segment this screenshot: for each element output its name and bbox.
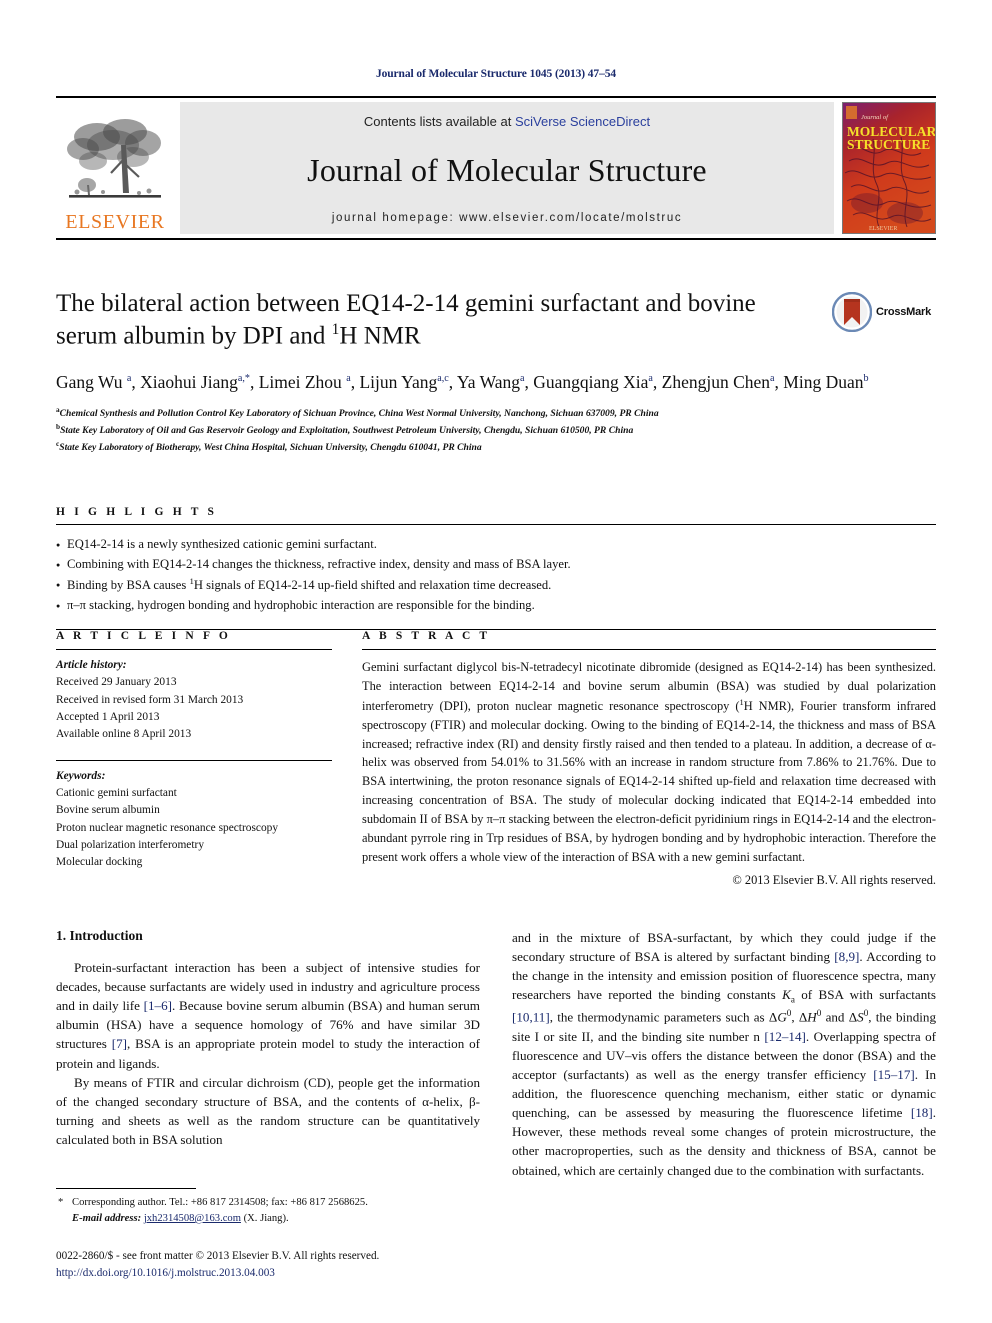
title-line-2-post: H NMR	[339, 322, 421, 350]
history-line: Accepted 1 April 2013	[56, 710, 160, 723]
elsevier-logo: ELSEVIER	[56, 102, 174, 234]
svg-text:ELSEVIER: ELSEVIER	[869, 226, 897, 232]
highlights-heading: H I G H L I G H T S	[56, 506, 218, 518]
crossmark-badge[interactable]: CrossMark	[832, 290, 936, 334]
body-column-right: and in the mixture of BSA-surfactant, by…	[512, 928, 936, 1180]
abstract-copyright: © 2013 Elsevier B.V. All rights reserved…	[732, 873, 936, 888]
affiliation-text-c: State Key Laboratory of Biotherapy, West…	[59, 441, 482, 453]
cover-artwork: Journal of MOLECULAR STRUCTURE ELSEVIER	[843, 103, 935, 233]
highlight-item: Combining with EQ14-2-14 changes the thi…	[56, 555, 936, 575]
article-history-block: Article history: Received 29 January 201…	[56, 657, 332, 744]
imprint-block: 0022-2860/$ - see front matter © 2013 El…	[56, 1248, 576, 1282]
crossmark-label: CrossMark	[876, 306, 932, 318]
journal-title: Journal of Molecular Structure	[307, 152, 707, 188]
body-columns: 1. Introduction Protein-surfactant inter…	[56, 928, 936, 1180]
contents-prefix: Contents lists available at	[363, 114, 515, 129]
page-title: The bilateral action between EQ14-2-14 g…	[56, 288, 826, 352]
elsevier-tree-icon	[67, 119, 161, 198]
highlights-list: EQ14-2-14 is a newly synthesized cationi…	[56, 525, 936, 616]
svg-text:Journal of: Journal of	[861, 114, 889, 121]
history-line: Available online 8 April 2013	[56, 728, 192, 741]
email-link[interactable]: jxh2314508@163.com	[144, 1213, 241, 1224]
email-address-label: E-mail address:	[72, 1212, 142, 1224]
article-info-heading: A R T I C L E I N F O	[56, 630, 231, 642]
footnote-corresponding-line: * Corresponding author. Tel.: +86 817 23…	[56, 1195, 480, 1211]
keyword-item: Molecular docking	[56, 856, 143, 869]
paper-page: Journal of Molecular Structure 1045 (201…	[0, 0, 992, 1323]
svg-text:STRUCTURE: STRUCTURE	[847, 137, 930, 152]
author-list: Gang Wu a, Xiaohui Jianga,*, Limei Zhou …	[56, 372, 869, 393]
title-line-2-pre: serum albumin by DPI and	[56, 322, 332, 350]
journal-masthead: ELSEVIER Contents lists available at Sci…	[56, 96, 936, 240]
corresponding-author-footnote: * Corresponding author. Tel.: +86 817 23…	[56, 1188, 480, 1227]
sciencedirect-link[interactable]: SciVerse ScienceDirect	[515, 114, 650, 129]
affiliation-b: bState Key Laboratory of Oil and Gas Res…	[56, 422, 936, 439]
issn-front-matter-line: 0022-2860/$ - see front matter © 2013 El…	[56, 1250, 380, 1262]
body-paragraph: Protein-surfactant interaction has been …	[56, 960, 480, 1071]
article-info-rule	[56, 649, 332, 650]
body-paragraph: and in the mixture of BSA-surfactant, by…	[512, 930, 937, 1178]
highlight-item: EQ14-2-14 is a newly synthesized cationi…	[56, 535, 936, 555]
footnote-corresponding-text: Corresponding author. Tel.: +86 817 2314…	[72, 1197, 368, 1208]
keywords-label: Keywords:	[56, 769, 106, 782]
keywords-block: Keywords: Cationic gemini surfactant Bov…	[56, 759, 332, 872]
masthead-top-rule	[56, 96, 936, 98]
abstract-column: A B S T R A C T Gemini surfactant diglyc…	[362, 630, 936, 888]
masthead-center-panel: Contents lists available at SciVerse Sci…	[180, 102, 834, 234]
highlight-item: π–π stacking, hydrogen bonding and hydro…	[56, 596, 936, 616]
doi-link[interactable]: http://dx.doi.org/10.1016/j.molstruc.201…	[56, 1265, 576, 1282]
masthead-bottom-rule	[56, 238, 936, 240]
keyword-item: Proton nuclear magnetic resonance spectr…	[56, 821, 279, 834]
affiliation-text-a: Chemical Synthesis and Pollution Control…	[59, 408, 659, 420]
title-block: The bilateral action between EQ14-2-14 g…	[56, 288, 936, 455]
article-info-column: A R T I C L E I N F O Article history: R…	[56, 630, 332, 888]
abstract-rule	[362, 649, 936, 650]
keywords-rule	[56, 759, 332, 761]
contents-available-line: Contents lists available at SciVerse Sci…	[364, 114, 650, 129]
highlight-item: Binding by BSA causes 1H signals of EQ14…	[56, 575, 936, 596]
elsevier-wordmark: ELSEVIER	[65, 211, 165, 233]
body-paragraph: By means of FTIR and circular dichroism …	[56, 1074, 480, 1147]
affiliation-text-b: State Key Laboratory of Oil and Gas Rese…	[60, 425, 634, 437]
journal-cover-thumbnail: Journal of MOLECULAR STRUCTURE ELSEVIER	[842, 102, 936, 234]
abstract-heading: A B S T R A C T	[362, 630, 491, 642]
body-column-left: 1. Introduction Protein-surfactant inter…	[56, 928, 480, 1180]
info-abstract-row: A R T I C L E I N F O Article history: R…	[56, 630, 936, 888]
title-line-1: The bilateral action between EQ14-2-14 g…	[56, 290, 756, 317]
highlights-section: H I G H L I G H T S EQ14-2-14 is a newly…	[56, 506, 936, 630]
keyword-item: Cationic gemini surfactant	[56, 786, 177, 799]
running-head: Journal of Molecular Structure 1045 (201…	[375, 68, 617, 80]
affiliation-list: aChemical Synthesis and Pollution Contro…	[56, 405, 936, 455]
journal-homepage-line[interactable]: journal homepage: www.elsevier.com/locat…	[332, 212, 682, 224]
history-line: Received 29 January 2013	[56, 676, 177, 689]
footnote-email-line: E-mail address: jxh2314508@163.com (X. J…	[56, 1211, 480, 1227]
affiliation-c: cState Key Laboratory of Biotherapy, Wes…	[56, 439, 936, 456]
history-line: Received in revised form 31 March 2013	[56, 693, 244, 706]
email-owner: (X. Jiang).	[243, 1212, 289, 1224]
keyword-item: Bovine serum albumin	[56, 804, 160, 817]
keyword-item: Dual polarization interferometry	[56, 838, 205, 851]
footnote-star-marker: *	[58, 1197, 64, 1208]
article-history-label: Article history:	[56, 659, 127, 671]
affiliation-a: aChemical Synthesis and Pollution Contro…	[56, 405, 936, 422]
abstract-text: Gemini surfactant diglycol bis-N-tetrade…	[362, 660, 936, 864]
footnote-rule	[56, 1188, 196, 1189]
crossmark-icon	[832, 292, 872, 332]
introduction-heading: 1. Introduction	[56, 928, 143, 943]
